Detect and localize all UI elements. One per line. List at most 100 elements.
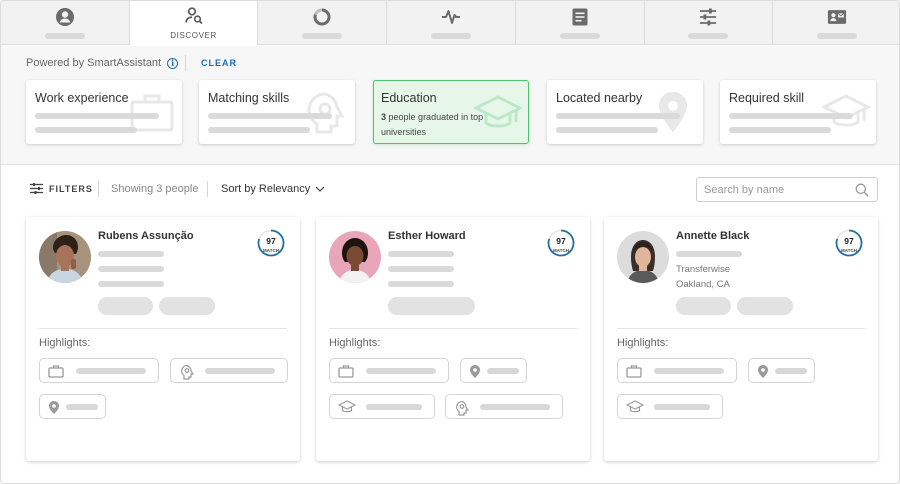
- results-toolbar: FILTERS Showing 3 people Sort by Relevan…: [1, 166, 899, 212]
- divider: [185, 55, 186, 71]
- person-name[interactable]: Esther Howard: [388, 230, 466, 242]
- tag-placeholder: [388, 297, 475, 315]
- placeholder-bar: [729, 113, 853, 119]
- placeholder-bar: [208, 113, 332, 119]
- placeholder-bar: [729, 127, 831, 133]
- tab-documents[interactable]: [516, 1, 645, 45]
- filter-card-title: Matching skills: [208, 91, 290, 105]
- filters-label: FILTERS: [49, 183, 93, 194]
- placeholder-bar: [366, 404, 422, 410]
- progress-ring-icon: [313, 8, 331, 26]
- search-icon[interactable]: [855, 183, 869, 197]
- tab-bar: DISCOVER: [1, 1, 899, 46]
- graduation-cap-icon: [626, 400, 644, 413]
- match-score-badge: 97 MATCH: [835, 229, 863, 257]
- tag-placeholder: [159, 297, 215, 315]
- person-location: Oakland, CA: [676, 279, 730, 290]
- placeholder-bar: [487, 368, 519, 374]
- match-label: MATCH: [263, 248, 279, 253]
- sort-value: Relevancy: [258, 183, 311, 195]
- graduation-cap-icon: [338, 400, 356, 413]
- info-icon[interactable]: i: [167, 57, 179, 69]
- search-input[interactable]: [704, 182, 844, 198]
- tab-activity[interactable]: [387, 1, 516, 45]
- tab-progress[interactable]: [258, 1, 388, 45]
- divider: [98, 181, 99, 197]
- briefcase-icon: [48, 365, 64, 378]
- highlights-label: Highlights:: [329, 337, 381, 349]
- filters-button[interactable]: FILTERS: [30, 183, 93, 194]
- person-name[interactable]: Annette Black: [676, 230, 749, 242]
- highlight-chip-skills[interactable]: [170, 358, 288, 383]
- highlight-chip-experience[interactable]: [329, 358, 449, 383]
- placeholder-bar: [480, 404, 550, 410]
- placeholder-bar: [98, 266, 164, 272]
- tag-placeholder: [676, 297, 731, 315]
- briefcase-icon: [338, 365, 354, 378]
- tab-settings[interactable]: [645, 1, 774, 45]
- placeholder-bar: [654, 404, 710, 410]
- match-score: 97: [556, 236, 566, 246]
- highlight-chip-experience[interactable]: [39, 358, 159, 383]
- tab-contact[interactable]: [773, 1, 899, 45]
- person-card[interactable]: Rubens Assunção 97 MATCH Highlights:: [26, 217, 300, 461]
- location-pin-icon: [470, 365, 480, 378]
- sort-dropdown[interactable]: Sort by Relevancy: [221, 183, 325, 195]
- placeholder-bar: [388, 281, 454, 287]
- tab-discover[interactable]: DISCOVER: [129, 1, 259, 46]
- tab-label-placeholder: [817, 33, 858, 39]
- search-box[interactable]: [696, 177, 878, 202]
- placeholder-bar: [66, 404, 98, 410]
- highlight-chip-location[interactable]: [748, 358, 815, 383]
- match-score-badge: 97 MATCH: [257, 229, 285, 257]
- profile-icon: [55, 8, 74, 26]
- highlight-chip-education[interactable]: [329, 394, 435, 419]
- person-name[interactable]: Rubens Assunção: [98, 230, 194, 242]
- filter-card-work-experience[interactable]: Work experience: [26, 80, 182, 144]
- placeholder-bar: [676, 251, 742, 257]
- match-score-badge: 97 MATCH: [547, 229, 575, 257]
- highlight-chip-skills[interactable]: [445, 394, 563, 419]
- discover-panel: DISCOVER Powered by SmartAssistant i CLE…: [0, 0, 900, 484]
- highlight-chip-location[interactable]: [460, 358, 527, 383]
- briefcase-icon: [626, 365, 642, 378]
- person-card[interactable]: Annette Black Transferwise Oakland, CA 9…: [604, 217, 878, 461]
- highlight-chip-location[interactable]: [39, 394, 106, 419]
- smart-assistant-section: Powered by SmartAssistant i CLEAR Work e…: [1, 46, 899, 165]
- tab-profile[interactable]: [1, 1, 130, 45]
- results-count: Showing 3 people: [111, 183, 199, 195]
- match-label: MATCH: [841, 248, 857, 253]
- location-pin-icon: [758, 365, 768, 378]
- placeholder-bar: [208, 127, 310, 133]
- tab-label-placeholder: [44, 33, 85, 39]
- filter-card-education[interactable]: Education 3 people graduated in top univ…: [373, 80, 529, 144]
- match-score: 97: [266, 236, 276, 246]
- person-card[interactable]: Esther Howard 97 MATCH Highlights:: [316, 217, 590, 461]
- tab-label-placeholder: [688, 33, 729, 39]
- filter-card-required-skill[interactable]: Required skill: [720, 80, 876, 144]
- avatar[interactable]: [39, 231, 91, 283]
- placeholder-bar: [388, 266, 454, 272]
- placeholder-bar: [98, 251, 164, 257]
- tag-placeholder: [98, 297, 153, 315]
- filter-card-located-nearby[interactable]: Located nearby: [547, 80, 703, 144]
- highlight-chip-education[interactable]: [617, 394, 723, 419]
- tab-label-placeholder: [431, 33, 472, 39]
- filter-card-title: Work experience: [35, 91, 129, 105]
- clear-button[interactable]: CLEAR: [201, 58, 237, 68]
- placeholder-bar: [556, 127, 658, 133]
- sort-prefix: Sort by: [221, 183, 256, 195]
- filter-card-title: Required skill: [729, 91, 805, 105]
- card-divider: [39, 328, 287, 329]
- location-pin-icon: [49, 401, 59, 414]
- filter-card-description: 3 people graduated in top universities: [381, 110, 499, 140]
- placeholder-bar: [775, 368, 807, 374]
- highlight-chip-experience[interactable]: [617, 358, 737, 383]
- powered-by-text: Powered by SmartAssistant: [26, 57, 162, 69]
- filter-card-matching-skills[interactable]: Matching skills: [199, 80, 355, 144]
- avatar[interactable]: [329, 231, 381, 283]
- placeholder-bar: [654, 368, 724, 374]
- placeholder-bar: [76, 368, 146, 374]
- avatar[interactable]: [617, 231, 669, 283]
- powered-by: Powered by SmartAssistant i: [26, 57, 179, 69]
